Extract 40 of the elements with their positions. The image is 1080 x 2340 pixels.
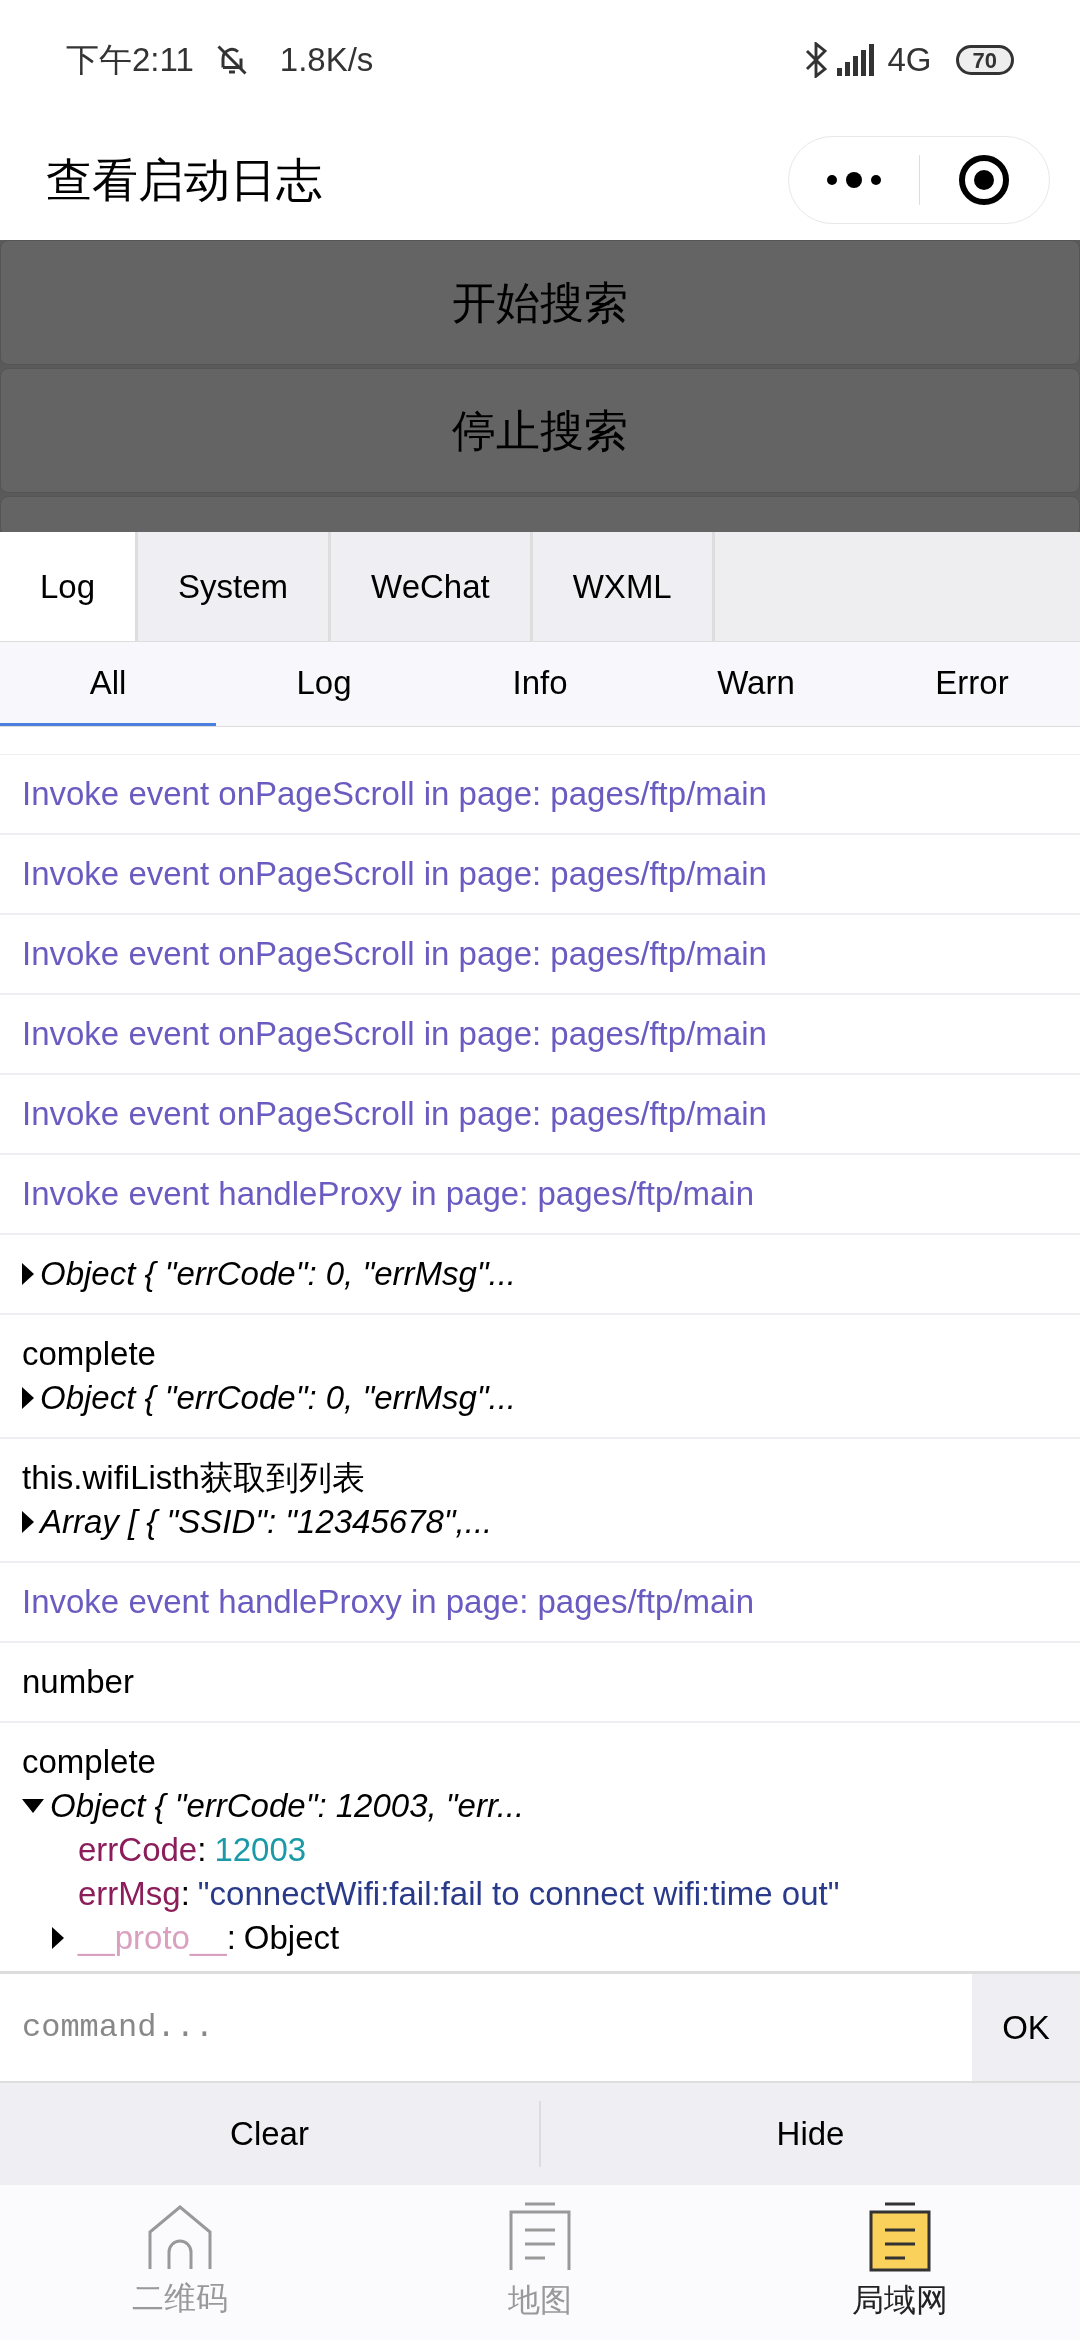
log-event-text: Invoke event handleProxy in page: pages/ftp/main: [22, 1174, 755, 1214]
log-event-text: Invoke event onPageScroll in page: pages/ftp/main: [22, 1014, 768, 1054]
object-summary[interactable]: Object { "errCode": 12003, "err...: [50, 1785, 525, 1827]
object-summary[interactable]: Object { "errCode": 0, "errMsg"...: [40, 1253, 517, 1295]
page-title: 查看启动日志: [46, 152, 322, 208]
log-event-text: Invoke event onPageScroll in page: pages/ftp/main: [22, 854, 768, 894]
object-summary[interactable]: Object { "errCode": 0, "errMsg"...: [40, 1377, 517, 1419]
close-target-icon: [958, 154, 1011, 206]
ok-button[interactable]: OK: [972, 1974, 1080, 2081]
log-event-text: Invoke event onPageScroll in page: pages/ftp/main: [22, 774, 768, 814]
console-tab[interactable]: Log: [0, 532, 139, 641]
log-event-text: Invoke event onPageScroll in page: pages/ftp/main: [22, 934, 768, 974]
filter-tab[interactable]: Info: [432, 642, 648, 726]
object-property: errMsg: "connectWifi:fail:fail to connect wifi:time out": [77, 1874, 841, 1914]
log-text: number: [22, 1662, 135, 1702]
house-icon: [147, 2203, 213, 2270]
object-property: errCode: 12003: [77, 1830, 308, 1870]
filter-tab[interactable]: Warn: [648, 642, 864, 726]
log-text: complete: [22, 1742, 157, 1782]
filter-tab[interactable]: Error: [864, 642, 1080, 726]
proto-property[interactable]: __proto__: Object: [78, 1917, 340, 1959]
network-type: 4G: [887, 40, 932, 81]
log-event-text: Invoke event handleProxy in page: pages/ftp/main: [22, 1582, 755, 1622]
console-action-button[interactable]: Clear: [0, 2083, 539, 2185]
log-text: this.wifiListh获取到列表: [22, 1458, 366, 1498]
filter-tab[interactable]: Log: [216, 642, 432, 726]
search-button[interactable]: 停止搜索: [0, 368, 1080, 493]
document-icon: [507, 2201, 573, 2272]
status-time: 下午2:11: [66, 40, 194, 81]
object-summary[interactable]: Array [ { "SSID": "12345678",...: [40, 1501, 493, 1543]
document-icon: [867, 2201, 933, 2272]
log-event-text: Invoke event onPageScroll in page: pages/ftp/main: [22, 1094, 768, 1134]
console-action-button[interactable]: Hide: [541, 2083, 1080, 2185]
bluetooth-icon: [805, 42, 828, 78]
log-text: complete: [22, 1334, 157, 1374]
more-icon: [825, 172, 882, 188]
bottom-tab[interactable]: 局域网: [720, 2185, 1080, 2340]
battery-indicator: 70: [955, 45, 1014, 75]
search-button[interactable]: 开始搜索: [0, 240, 1080, 365]
network-speed: 1.8K/s: [279, 40, 374, 81]
